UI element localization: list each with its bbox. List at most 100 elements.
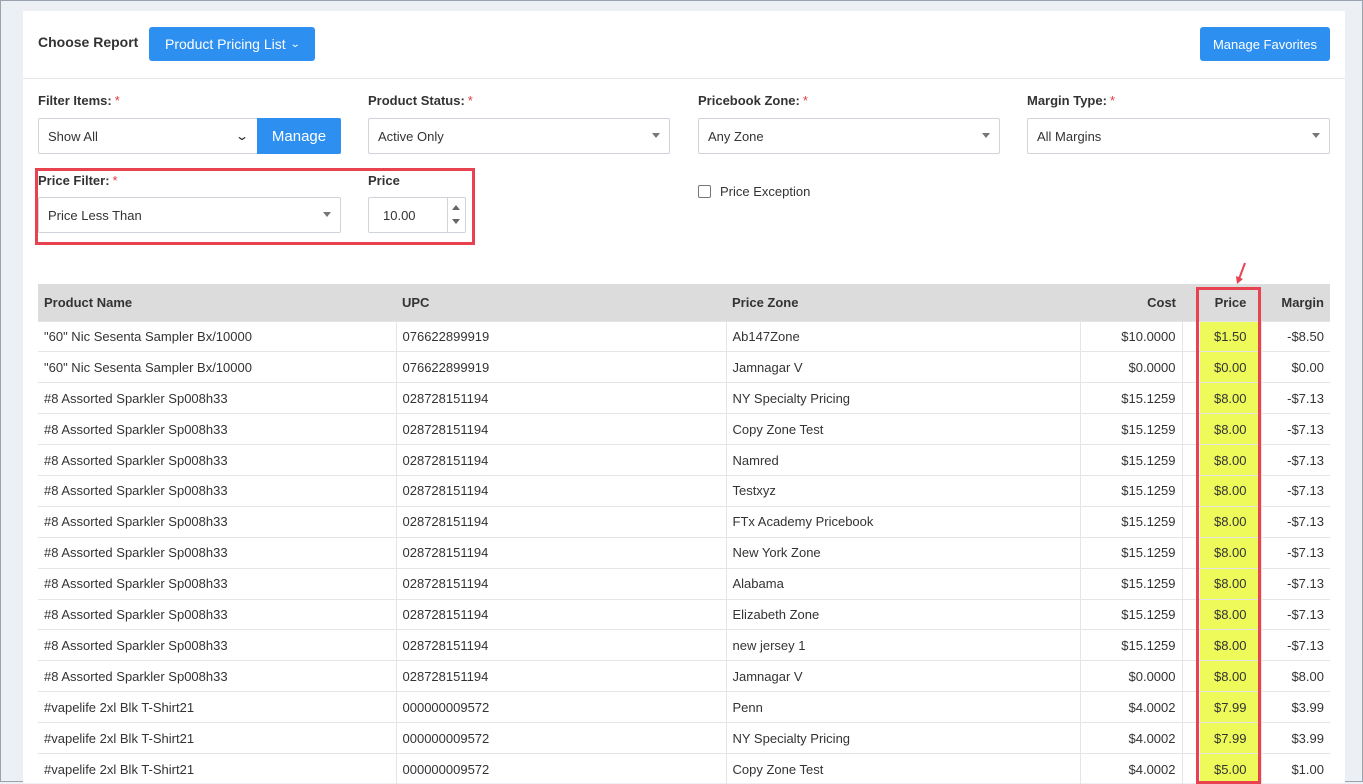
margin-type-label: Margin Type: * bbox=[1027, 93, 1115, 108]
price-exception-label: Price Exception bbox=[720, 184, 811, 199]
cell-upc: 028728151194 bbox=[395, 474, 726, 507]
cell-cost: $15.1259 bbox=[1079, 505, 1182, 538]
product-status-label: Product Status: * bbox=[368, 93, 473, 108]
cell-upc: 076622899919 bbox=[395, 320, 726, 352]
table-row[interactable]: #8 Assorted Sparkler Sp008h33 02872815119… bbox=[38, 382, 1330, 414]
price-exception-checkbox[interactable] bbox=[698, 185, 711, 198]
caret-down-icon bbox=[1312, 133, 1320, 138]
cell-cost: $4.0002 bbox=[1079, 691, 1182, 723]
pricebook-zone-value: Any Zone bbox=[708, 128, 764, 144]
required-asterisk: * bbox=[112, 173, 118, 188]
pricing-table: Product Name UPC Price Zone Cost Price M… bbox=[38, 284, 1330, 784]
cell-product-name: #8 Assorted Sparkler Sp008h33 bbox=[38, 567, 396, 600]
cell-cost: $15.1259 bbox=[1079, 413, 1182, 445]
column-header-cost[interactable]: Cost bbox=[1080, 284, 1182, 321]
cell-product-name: #8 Assorted Sparkler Sp008h33 bbox=[38, 444, 396, 476]
cell-price-zone: new jersey 1 bbox=[725, 629, 1080, 661]
column-header-upc[interactable]: UPC bbox=[396, 284, 726, 321]
caret-down-icon bbox=[323, 212, 331, 217]
cell-cost: $15.1259 bbox=[1079, 474, 1182, 507]
report-select-button[interactable]: Product Pricing List ⌄ bbox=[149, 27, 315, 61]
cell-upc: 076622899919 bbox=[395, 351, 726, 383]
price-stepper[interactable] bbox=[447, 198, 465, 232]
cell-margin: -$8.50 bbox=[1260, 320, 1330, 352]
table-row[interactable]: #vapelife 2xl Blk T-Shirt21 000000009572 N… bbox=[38, 722, 1330, 754]
cell-cost: $0.0000 bbox=[1079, 351, 1182, 383]
table-row[interactable]: #8 Assorted Sparkler Sp008h33 02872815119… bbox=[38, 536, 1330, 569]
cell-price-zone: Elizabeth Zone bbox=[725, 598, 1080, 630]
app-frame: Choose Report Product Pricing List ⌄ Man… bbox=[0, 0, 1363, 784]
cell-price-zone: NY Specialty Pricing bbox=[725, 722, 1080, 754]
manage-favorites-button[interactable]: Manage Favorites bbox=[1200, 27, 1330, 61]
cell-upc: 028728151194 bbox=[395, 444, 726, 476]
price-input[interactable]: 10.00 bbox=[368, 197, 466, 233]
price-column-highlight-box bbox=[1196, 287, 1261, 784]
cell-margin: $8.00 bbox=[1260, 660, 1330, 692]
cell-product-name: #8 Assorted Sparkler Sp008h33 bbox=[38, 660, 396, 692]
chevron-down-icon: ⌄ bbox=[289, 38, 301, 50]
table-row[interactable]: #8 Assorted Sparkler Sp008h33 02872815119… bbox=[38, 444, 1330, 476]
cell-product-name: #8 Assorted Sparkler Sp008h33 bbox=[38, 413, 396, 445]
cell-product-name: #8 Assorted Sparkler Sp008h33 bbox=[38, 382, 396, 414]
price-filter-select[interactable]: Price Less Than bbox=[38, 197, 341, 233]
cell-product-name: "60" Nic Sesenta Sampler Bx/10000 bbox=[38, 320, 396, 352]
report-select-label: Product Pricing List bbox=[165, 36, 286, 52]
cell-upc: 000000009572 bbox=[395, 752, 726, 784]
cell-price-zone: Jamnagar V bbox=[725, 660, 1080, 692]
table-row[interactable]: #8 Assorted Sparkler Sp008h33 02872815119… bbox=[38, 660, 1330, 692]
table-row[interactable]: #8 Assorted Sparkler Sp008h33 02872815119… bbox=[38, 474, 1330, 507]
required-asterisk: * bbox=[114, 93, 120, 108]
cell-product-name: #vapelife 2xl Blk T-Shirt21 bbox=[38, 722, 396, 754]
stepper-up-icon[interactable] bbox=[452, 205, 460, 210]
cell-product-name: "60" Nic Sesenta Sampler Bx/10000 bbox=[38, 351, 396, 383]
table-row[interactable]: #vapelife 2xl Blk T-Shirt21 000000009572 P… bbox=[38, 691, 1330, 723]
filter-items-label: Filter Items: * bbox=[38, 93, 120, 108]
table-row[interactable]: #8 Assorted Sparkler Sp008h33 02872815119… bbox=[38, 413, 1330, 445]
report-panel: Choose Report Product Pricing List ⌄ Man… bbox=[23, 11, 1345, 784]
table-header-row: Product Name UPC Price Zone Cost Price M… bbox=[38, 284, 1330, 321]
cell-product-name: #vapelife 2xl Blk T-Shirt21 bbox=[38, 691, 396, 723]
cell-margin: -$7.13 bbox=[1260, 474, 1330, 507]
cell-price-zone: New York Zone bbox=[725, 536, 1080, 569]
product-status-select[interactable]: Active Only bbox=[368, 118, 670, 154]
cell-cost: $15.1259 bbox=[1079, 536, 1182, 569]
cell-margin: -$7.13 bbox=[1260, 536, 1330, 569]
table-row[interactable]: #8 Assorted Sparkler Sp008h33 02872815119… bbox=[38, 629, 1330, 661]
manage-button[interactable]: Manage bbox=[257, 118, 341, 154]
required-asterisk: * bbox=[467, 93, 473, 108]
cell-margin: -$7.13 bbox=[1260, 567, 1330, 600]
cell-cost: $15.1259 bbox=[1079, 567, 1182, 600]
cell-margin: $3.99 bbox=[1260, 722, 1330, 754]
pricebook-zone-select[interactable]: Any Zone bbox=[698, 118, 1000, 154]
table-row[interactable]: #vapelife 2xl Blk T-Shirt21 000000009572 C… bbox=[38, 752, 1330, 784]
price-filter-value: Price Less Than bbox=[48, 207, 142, 223]
required-asterisk: * bbox=[802, 93, 808, 108]
filter-items-select[interactable]: Show All ⌄ bbox=[38, 118, 258, 154]
cell-price-zone: Namred bbox=[725, 444, 1080, 476]
cell-product-name: #vapelife 2xl Blk T-Shirt21 bbox=[38, 752, 396, 784]
margin-type-select[interactable]: All Margins bbox=[1027, 118, 1330, 154]
table-row[interactable]: #8 Assorted Sparkler Sp008h33 02872815119… bbox=[38, 505, 1330, 538]
cell-price-zone: Testxyz bbox=[725, 474, 1080, 507]
table-row[interactable]: #8 Assorted Sparkler Sp008h33 02872815119… bbox=[38, 567, 1330, 600]
cell-price-zone: Ab147Zone bbox=[725, 320, 1080, 352]
cell-upc: 028728151194 bbox=[395, 660, 726, 692]
cell-margin: -$7.13 bbox=[1260, 629, 1330, 661]
cell-margin: -$7.13 bbox=[1260, 505, 1330, 538]
choose-report-label: Choose Report bbox=[38, 34, 139, 50]
table-row[interactable]: "60" Nic Sesenta Sampler Bx/10000 0766228… bbox=[38, 351, 1330, 383]
cell-product-name: #8 Assorted Sparkler Sp008h33 bbox=[38, 598, 396, 630]
column-header-price-zone[interactable]: Price Zone bbox=[726, 284, 1080, 321]
cell-upc: 028728151194 bbox=[395, 413, 726, 445]
cell-price-zone: Jamnagar V bbox=[725, 351, 1080, 383]
table-row[interactable]: "60" Nic Sesenta Sampler Bx/10000 0766228… bbox=[38, 320, 1330, 352]
cell-margin: $0.00 bbox=[1260, 351, 1330, 383]
stepper-down-icon[interactable] bbox=[452, 219, 460, 224]
table-row[interactable]: #8 Assorted Sparkler Sp008h33 02872815119… bbox=[38, 598, 1330, 630]
column-header-margin[interactable]: Margin bbox=[1261, 284, 1330, 321]
report-toolbar: Choose Report Product Pricing List ⌄ Man… bbox=[23, 11, 1345, 79]
cell-margin: $1.00 bbox=[1260, 752, 1330, 784]
column-header-product-name[interactable]: Product Name bbox=[38, 284, 396, 321]
table-body: "60" Nic Sesenta Sampler Bx/10000 0766228… bbox=[38, 320, 1330, 784]
caret-down-icon bbox=[652, 133, 660, 138]
